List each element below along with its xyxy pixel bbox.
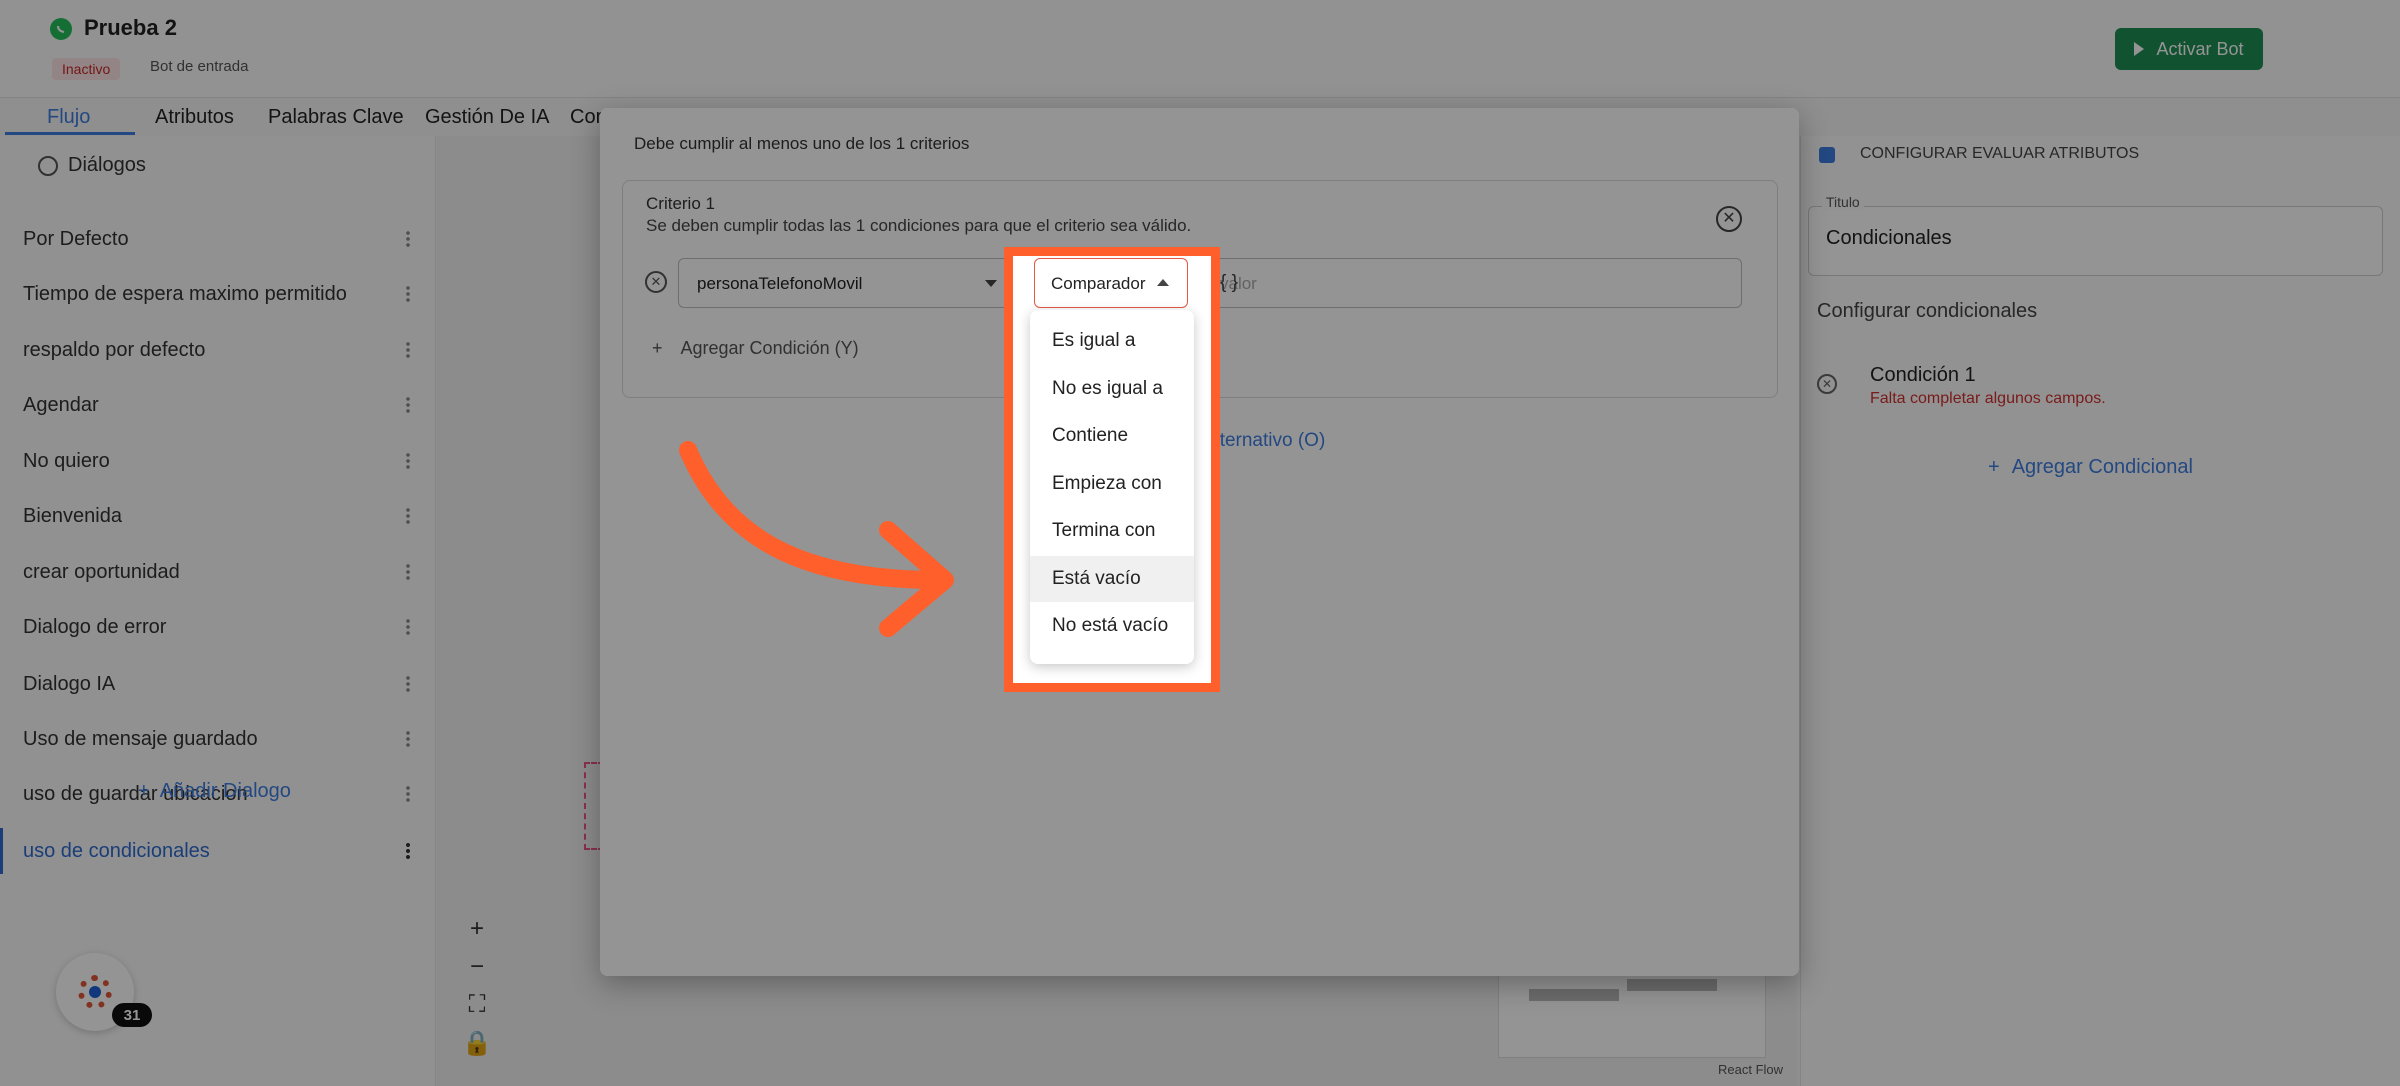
comparator-option[interactable]: No está vacío [1030, 603, 1194, 649]
chevron-up-icon [1157, 279, 1169, 286]
add-condition-button[interactable]: + Agregar Condición (Y) [652, 338, 859, 359]
comparator-option[interactable]: Termina con [1030, 508, 1194, 554]
plus-icon: + [652, 338, 663, 358]
comparator-option[interactable]: Está vacío [1030, 555, 1194, 602]
comparator-select[interactable]: Comparador [1034, 258, 1188, 308]
remove-condition-icon[interactable]: ✕ [645, 271, 667, 293]
comparator-option[interactable]: No es igual a [1030, 366, 1194, 412]
criterion-description: Se deben cumplir todas las 1 condiciones… [646, 216, 1192, 235]
criterion-title: Criterio 1 [646, 194, 715, 213]
attribute-select[interactable]: personaTelefonoMovil [678, 258, 1014, 308]
variable-braces-icon[interactable]: { } [1220, 272, 1705, 294]
comparator-label: Comparador [1051, 274, 1146, 293]
attribute-select-value: personaTelefonoMovil [697, 274, 863, 293]
comparator-option[interactable]: Es igual a [1030, 318, 1194, 364]
remove-criterion-icon[interactable]: ✕ [1716, 206, 1742, 232]
comparator-option[interactable]: Contiene [1030, 413, 1194, 459]
chevron-down-icon [985, 280, 997, 287]
pointer-arrow-icon [679, 441, 954, 637]
criteria-intro: Debe cumplir al menos uno de los 1 crite… [634, 134, 970, 153]
add-condition-label: Agregar Condición (Y) [680, 338, 859, 358]
value-input[interactable]: valor { } [1203, 258, 1742, 308]
comparator-option[interactable]: Empieza con [1030, 461, 1194, 507]
comparator-menu: Es igual a No es igual a Contiene Empieza c… [1030, 310, 1194, 664]
